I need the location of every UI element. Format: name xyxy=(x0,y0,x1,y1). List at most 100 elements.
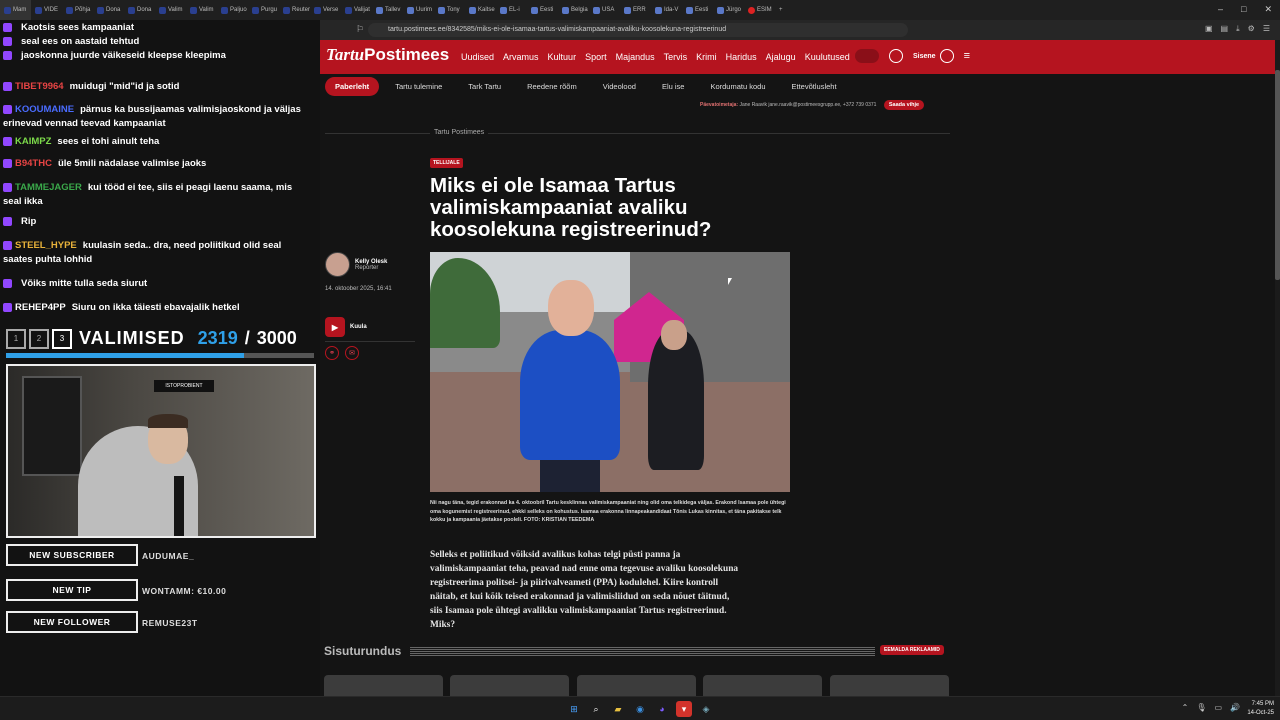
browser-tab[interactable]: ESIM xyxy=(744,0,775,20)
minimize-icon[interactable]: – xyxy=(1218,4,1223,15)
discord-icon[interactable]: ◕ xyxy=(654,701,670,717)
new-tab-button[interactable]: + xyxy=(775,0,806,20)
browser-tab[interactable]: Valijat xyxy=(341,0,372,20)
chevron-up-icon[interactable]: ⌃ xyxy=(1182,703,1189,712)
browser-tab[interactable]: Dona xyxy=(93,0,124,20)
chat-text: seal ees on aastaid tehtud xyxy=(21,36,140,47)
bookmark-icon[interactable]: ⚐ xyxy=(356,24,364,35)
subnav-item[interactable]: Tark Tartu xyxy=(458,77,511,96)
start-icon[interactable]: ⊞ xyxy=(566,701,582,717)
browser-tab[interactable]: Valim xyxy=(186,0,217,20)
sidebar-icon[interactable]: ▤ xyxy=(1221,24,1229,34)
nav-item[interactable]: Sport xyxy=(585,52,607,62)
nav-item[interactable]: Uudised xyxy=(461,52,494,62)
nav-item[interactable]: Tervis xyxy=(664,52,688,62)
browser-tab[interactable]: Reuter xyxy=(279,0,310,20)
network-icon[interactable]: ▭ xyxy=(1214,703,1222,712)
browser-tab[interactable]: Tony xyxy=(434,0,465,20)
chat-username[interactable]: TAMMEJAGER xyxy=(15,182,82,193)
sponsored-card[interactable] xyxy=(703,675,822,696)
browser-tab[interactable]: Paljuo xyxy=(217,0,248,20)
chat-username[interactable]: REHEP4PP xyxy=(15,302,66,313)
nav-item[interactable]: Haridus xyxy=(726,52,757,62)
chat-message: seal ees on aastaid tehtud xyxy=(3,35,313,49)
file-explorer-icon[interactable]: ▰ xyxy=(610,701,626,717)
email-icon[interactable]: ✉ xyxy=(345,346,359,360)
browser-tab[interactable]: Purgu xyxy=(248,0,279,20)
chat-username[interactable]: KOOUMAINE xyxy=(15,104,74,115)
nav-item[interactable]: Krimi xyxy=(696,52,717,62)
nav-item[interactable]: Kultuur xyxy=(548,52,577,62)
settings-icon[interactable]: ⚙ xyxy=(1248,24,1255,34)
volume-icon[interactable]: 🔊 xyxy=(1230,703,1240,712)
subnav-item[interactable]: Kordumatu kodu xyxy=(700,77,775,96)
remove-ads-button[interactable]: EEMALDA REKLAAMID xyxy=(880,645,944,655)
author-block[interactable]: Kelly Olesk Reporter xyxy=(325,252,387,277)
chat-username[interactable]: KAIMPZ xyxy=(15,136,51,147)
edge-icon[interactable]: ◉ xyxy=(632,701,648,717)
browser-tab[interactable]: VIDE xyxy=(31,0,62,20)
listen-button[interactable]: ▶ Kuula xyxy=(325,317,367,337)
theme-toggle[interactable] xyxy=(855,49,879,63)
subnav-item[interactable]: Elu ise xyxy=(652,77,695,96)
menu-icon[interactable]: ☰ xyxy=(1263,24,1270,34)
clock-date: 14-Oct-25 xyxy=(1247,710,1274,716)
browser-tab[interactable]: Põhja xyxy=(62,0,93,20)
sponsored-card[interactable] xyxy=(450,675,569,696)
subnav-item[interactable]: Paberleht xyxy=(325,77,380,96)
sponsored-card[interactable] xyxy=(577,675,696,696)
tab-favicon-icon xyxy=(655,6,662,14)
browser-tab[interactable]: Jürgo xyxy=(713,0,744,20)
extensions-icon[interactable]: ▣ xyxy=(1205,24,1213,34)
browser-tab[interactable]: Belgia xyxy=(558,0,589,20)
subnav-item[interactable]: Videolood xyxy=(593,77,646,96)
election-counter: 1 2 3 VALIMISED 2319 / 3000 xyxy=(6,328,297,349)
site-logo[interactable]: TartuPostimees xyxy=(326,45,449,65)
browser-tab[interactable]: Tallev xyxy=(372,0,403,20)
hamburger-menu-icon[interactable]: ≡ xyxy=(964,50,970,62)
subnav-item[interactable]: Tartu tulemine xyxy=(385,77,452,96)
browser-tab[interactable]: Ida-V xyxy=(651,0,682,20)
brave-icon[interactable]: ▾ xyxy=(676,701,692,717)
browser-tab[interactable]: Kaitse xyxy=(465,0,496,20)
chat-username[interactable]: B94THC xyxy=(15,158,52,169)
subnav-item[interactable]: Ettevõtlusleht xyxy=(782,77,847,96)
chat-username[interactable]: STEEL_HYPE xyxy=(15,240,77,251)
browser-tab[interactable]: Valim xyxy=(155,0,186,20)
send-tip-button[interactable]: Saada vihje xyxy=(883,100,925,110)
browser-tab[interactable]: Mam xyxy=(0,0,31,20)
nav-item[interactable]: Ajalugu xyxy=(766,52,796,62)
page-scrollbar[interactable] xyxy=(1275,40,1280,696)
browser-tab[interactable]: Dona xyxy=(124,0,155,20)
browser-tab[interactable]: Uurim xyxy=(403,0,434,20)
sponsored-card[interactable] xyxy=(324,675,443,696)
browser-tab[interactable]: Verse xyxy=(310,0,341,20)
maximize-icon[interactable]: □ xyxy=(1241,4,1246,15)
browser-tab[interactable]: Eesti xyxy=(682,0,713,20)
link-icon[interactable]: ⚭ xyxy=(325,346,339,360)
search-icon[interactable] xyxy=(889,49,903,63)
browser-tab[interactable]: ERR xyxy=(620,0,651,20)
search-icon[interactable]: ⌕ xyxy=(588,701,604,717)
close-icon[interactable]: ✕ xyxy=(1264,4,1272,15)
clock[interactable]: 7:45 PM 14-Oct-25 xyxy=(1247,700,1274,718)
browser-tab[interactable]: USA xyxy=(589,0,620,20)
mic-icon[interactable]: 🎙 xyxy=(1196,703,1206,712)
chat-text: Võiks mitte tulla seda siurut xyxy=(21,278,148,289)
downloads-icon[interactable]: ⤓ xyxy=(1236,24,1240,34)
browser-tab[interactable]: Eesti xyxy=(527,0,558,20)
editor-contact[interactable]: jane.raavik@postimeesgrupp.ee, +372 739 … xyxy=(768,102,876,108)
nav-item[interactable]: Majandus xyxy=(616,52,655,62)
news-site: TartuPostimees Uudised Arvamus Kultuur Spor… xyxy=(320,40,1275,696)
section-label[interactable]: Tartu Postimees xyxy=(430,129,489,136)
sponsored-card[interactable] xyxy=(830,675,949,696)
browser-tab[interactable]: EL-i xyxy=(496,0,527,20)
url-field[interactable]: tartu.postimees.ee/8342585/miks-ei-ole-i… xyxy=(368,23,908,37)
sub-nav: Paberleht Tartu tulemine Tark Tartu Reedene… xyxy=(325,77,847,96)
chat-username[interactable]: TIBET9964 xyxy=(15,81,64,92)
login-button[interactable]: Sisene xyxy=(913,49,954,63)
steam-icon[interactable]: ◈ xyxy=(698,701,714,717)
subnav-item[interactable]: Reedene rõõm xyxy=(517,77,587,96)
nav-item[interactable]: Arvamus xyxy=(503,52,539,62)
nav-item[interactable]: Kuulutused xyxy=(805,52,850,62)
